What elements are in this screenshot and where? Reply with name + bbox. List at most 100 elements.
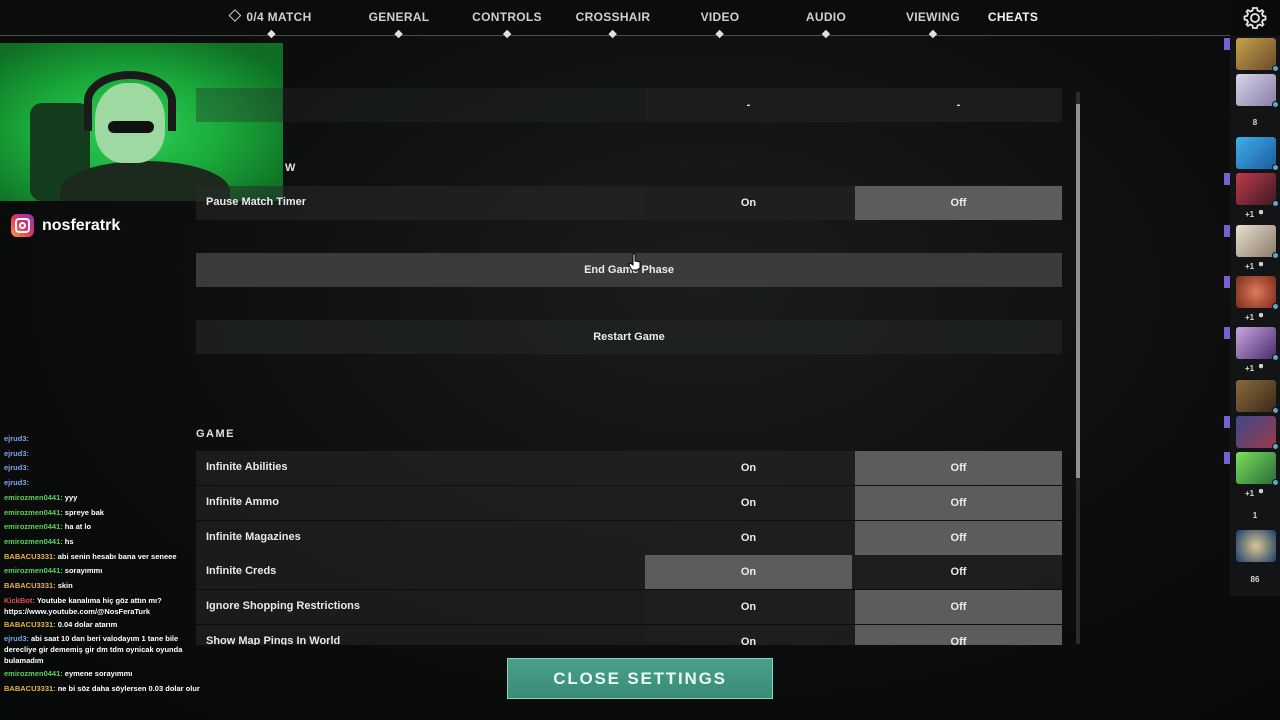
person-icon: [1257, 364, 1266, 371]
gear-icon[interactable]: [1243, 6, 1267, 30]
tab-video[interactable]: VIDEO: [701, 10, 740, 39]
infinite-abilities-on-option[interactable]: On: [645, 451, 852, 485]
restart-game-button[interactable]: Restart Game: [196, 320, 1062, 354]
tab-indicator-dot: [394, 29, 404, 39]
chat-message: emirozmen0441: yyy: [4, 491, 209, 506]
infinite-ammo-off-option[interactable]: Off: [855, 486, 1062, 520]
friend-avatar[interactable]: [1236, 225, 1279, 259]
pause-timer-off-option[interactable]: Off: [855, 186, 1062, 220]
status-dot: [1272, 101, 1279, 108]
friend-avatar[interactable]: [1236, 276, 1279, 310]
friend-avatar[interactable]: [1236, 416, 1279, 450]
setting-row-ignore-shopping: Ignore Shopping Restrictions On Off: [196, 590, 1062, 624]
party-size: +1: [1230, 489, 1280, 498]
status-dot: [1272, 200, 1279, 207]
tab-viewing-label: VIEWING: [905, 10, 961, 24]
friend-avatar[interactable]: [1236, 327, 1279, 361]
chat-username: BABACU3331:: [4, 581, 56, 591]
status-dot: [1272, 407, 1279, 414]
top-row-on-option[interactable]: -: [645, 88, 852, 122]
section-heading-partial: W: [285, 162, 297, 174]
party-size-label: +1: [1244, 210, 1255, 219]
chat-text: sorayımmı: [64, 566, 103, 576]
tab-general[interactable]: GENERAL: [368, 10, 430, 39]
friend-avatar[interactable]: [1236, 137, 1279, 171]
chat-text: spreye bak: [64, 507, 104, 517]
party-indicator: [1224, 276, 1230, 288]
infinite-ammo-on-option[interactable]: On: [645, 486, 852, 520]
close-settings-button[interactable]: CLOSE SETTINGS: [507, 658, 773, 699]
friend-avatar[interactable]: [1236, 380, 1279, 414]
settings-scrollbar[interactable]: [1076, 92, 1080, 644]
tab-cheats[interactable]: CHEATS: [988, 10, 1038, 24]
chat-message: BABACU3331: skin: [4, 579, 209, 594]
tab-indicator-dot: [502, 29, 512, 39]
setting-row-show-map-pings: Show Map Pings In World On Off: [196, 625, 1062, 645]
chat-username: ejrud3:: [4, 634, 30, 644]
tab-general-label: GENERAL: [368, 10, 430, 24]
infinite-abilities-off-option[interactable]: Off: [855, 451, 1062, 485]
chat-username: ejrud3:: [4, 448, 30, 458]
tab-controls[interactable]: CONTROLS: [472, 10, 542, 39]
setting-label: Show Map Pings In World: [206, 635, 341, 645]
chat-message: emirozmen0441: sorayımmı: [4, 564, 209, 579]
tab-audio[interactable]: AUDIO: [806, 10, 846, 39]
scrollbar-thumb[interactable]: [1076, 104, 1080, 478]
chat-text: ha at lo: [64, 522, 92, 532]
ignore-shopping-on-option[interactable]: On: [645, 590, 852, 624]
infinite-creds-on-option[interactable]: On: [645, 555, 852, 589]
friend-avatar[interactable]: [1236, 173, 1279, 207]
party-size-label: +1: [1244, 262, 1255, 271]
chat-username: ejrud3:: [4, 434, 30, 443]
friend-count: 1: [1252, 511, 1258, 520]
setting-row-infinite-magazines: Infinite Magazines On Off: [196, 521, 1062, 555]
party-indicator: [1224, 327, 1230, 339]
infinite-magazines-off-option[interactable]: Off: [855, 521, 1062, 555]
chat-message: ejrud3:: [4, 447, 209, 462]
chat-text: yyy: [64, 492, 78, 502]
pause-timer-on-option[interactable]: On: [645, 186, 852, 220]
setting-label: Infinite Abilities: [206, 461, 288, 473]
tab-match[interactable]: 0/4 MATCH: [228, 9, 311, 39]
party-indicator: [1224, 38, 1230, 50]
top-row-off-option[interactable]: -: [855, 88, 1062, 122]
friend-count: 8: [1252, 118, 1258, 127]
webcam-glasses: [108, 121, 154, 133]
setting-label: Pause Match Timer: [206, 196, 307, 208]
person-icon: [1257, 313, 1266, 320]
streamer-webcam: [0, 43, 283, 201]
league-icon[interactable]: [1236, 530, 1276, 562]
chat-username: BABACU3331:: [4, 684, 56, 694]
ignore-shopping-off-option[interactable]: Off: [855, 590, 1062, 624]
chat-message: ejrud3: abi saat 10 dan beri valodayım 1 …: [4, 633, 209, 666]
status-dot: [1272, 252, 1279, 259]
chat-message: ejrud3:: [4, 461, 209, 476]
tab-viewing[interactable]: VIEWING: [905, 10, 961, 39]
tab-crosshair[interactable]: CROSSHAIR: [575, 10, 651, 39]
infinite-magazines-on-option[interactable]: On: [645, 521, 852, 555]
party-size: +1: [1230, 364, 1280, 373]
friend-avatar[interactable]: [1236, 38, 1279, 72]
friend-avatar[interactable]: [1236, 74, 1279, 108]
chat-message: emirozmen0441: hs: [4, 535, 209, 550]
friend-avatar[interactable]: [1236, 452, 1279, 486]
tab-cheats-label: CHEATS: [987, 10, 1039, 24]
setting-row-infinite-ammo: Infinite Ammo On Off: [196, 486, 1062, 520]
tab-indicator-dot: [715, 29, 725, 39]
match-diamond-icon: [228, 9, 242, 22]
infinite-creds-off-option[interactable]: Off: [855, 555, 1062, 589]
chat-message: KickBot: Youtube kanalıma hiç göz attın m…: [4, 595, 209, 617]
tab-crosshair-label: CROSSHAIR: [575, 10, 651, 24]
map-pings-off-option[interactable]: Off: [855, 625, 1062, 645]
party-size: +1: [1230, 262, 1280, 271]
chat-text: abi saat 10 dan beri valodayım 1 tane bi…: [4, 634, 183, 666]
setting-label: Infinite Ammo: [206, 496, 279, 508]
chat-message: BABACU3331: abi senin hesabı bana ver sen…: [4, 550, 209, 565]
setting-row-infinite-creds: Infinite Creds On Off: [196, 555, 1062, 589]
chat-username: emirozmen0441:: [4, 669, 63, 679]
chat-username: KickBot:: [4, 595, 35, 605]
map-pings-on-option[interactable]: On: [645, 625, 852, 645]
chat-username: ejrud3:: [4, 478, 30, 488]
status-dot: [1272, 443, 1279, 450]
party-indicator: [1224, 173, 1230, 185]
